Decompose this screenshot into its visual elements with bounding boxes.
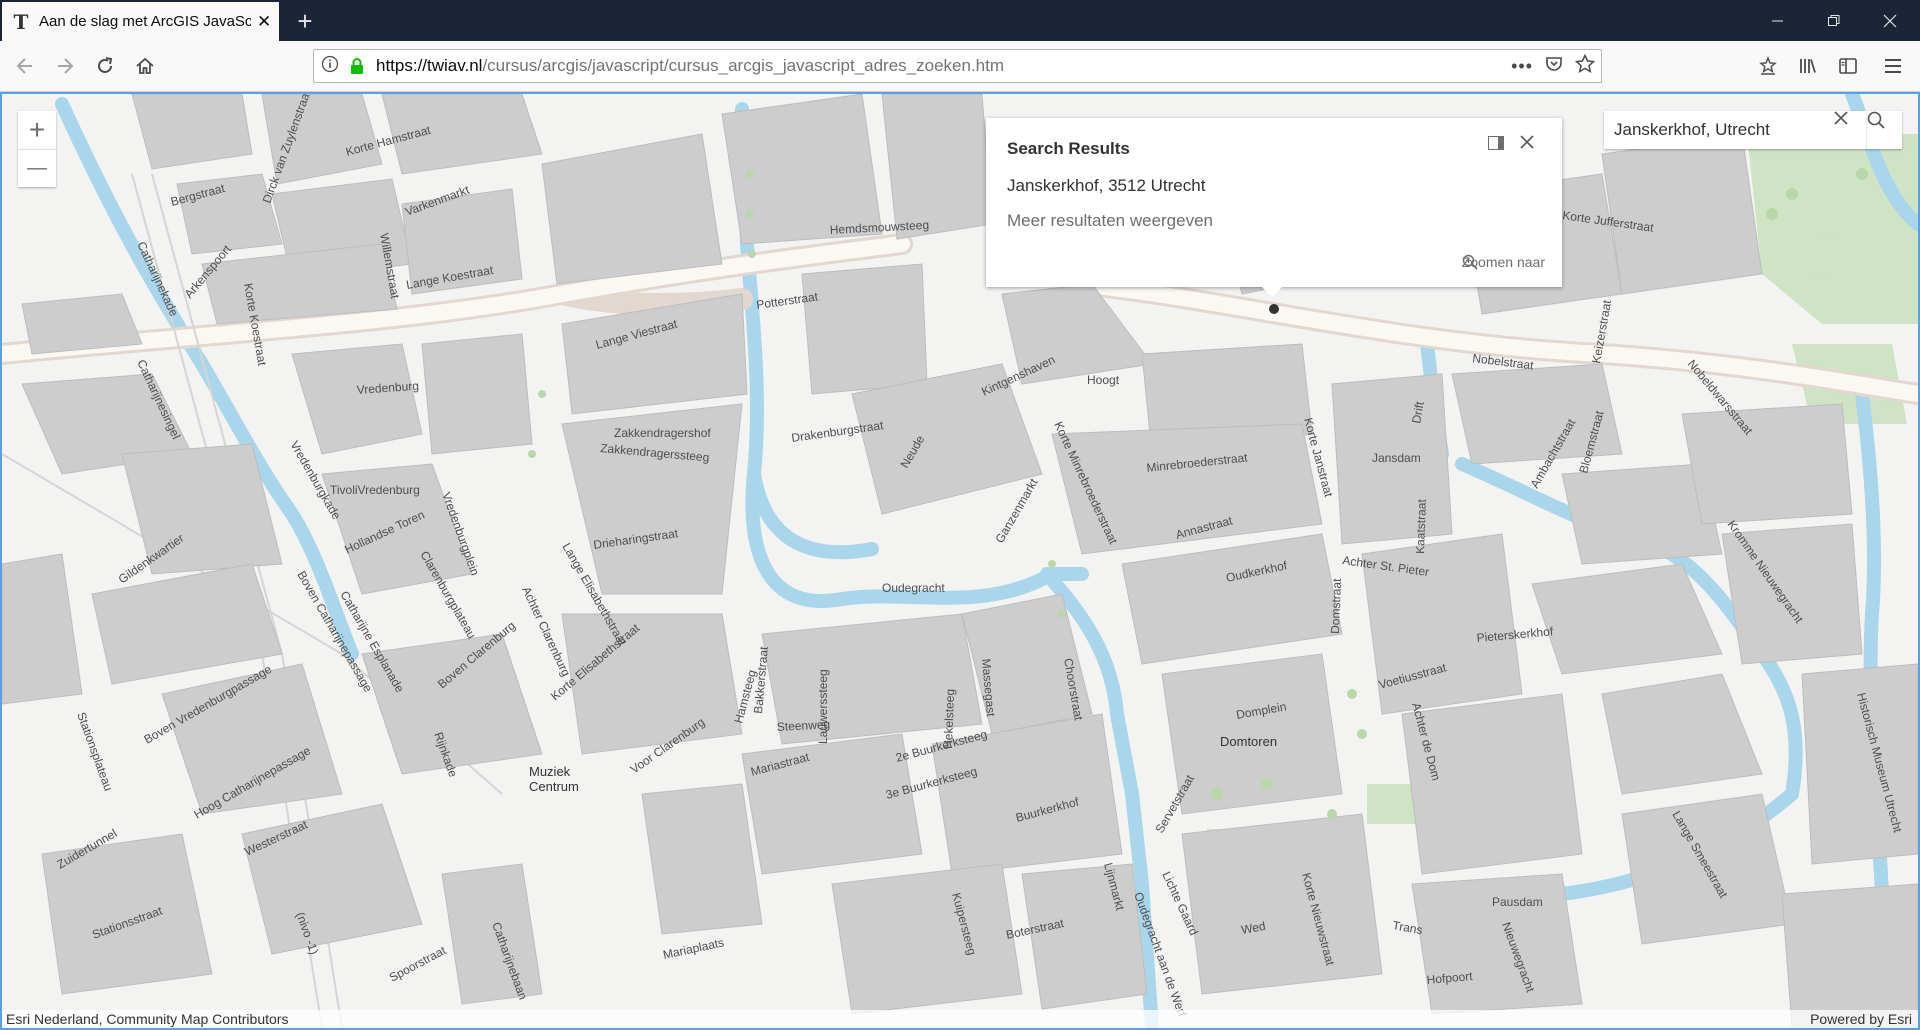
label-muziek: Muziek [529, 764, 571, 779]
menu-button[interactable] [1876, 49, 1910, 83]
dock-icon [1488, 136, 1504, 150]
close-icon [1883, 14, 1897, 27]
zoom-out-button[interactable]: — [18, 149, 56, 187]
popup-title: Search Results [1007, 139, 1130, 158]
label-domstraat: Domstraat [1328, 578, 1344, 634]
arrow-right-icon [58, 58, 74, 74]
library-button[interactable] [1791, 49, 1825, 83]
close-window-button[interactable] [1862, 0, 1918, 41]
lock-icon[interactable] [346, 57, 368, 75]
tab-close-icon[interactable]: ✕ [257, 12, 271, 32]
reading-list-button[interactable] [1751, 49, 1785, 83]
library-icon [1800, 59, 1816, 73]
forward-button[interactable] [48, 49, 82, 83]
label-centrum: Centrum [529, 779, 579, 794]
page-actions-icon[interactable]: ••• [1511, 56, 1533, 77]
reload-icon [98, 57, 113, 73]
zoom-to-icon [1462, 254, 1478, 270]
restore-icon [1828, 14, 1840, 26]
basemap: Korte Hamstraat Bergstraat Varkenmarkt H… [2, 94, 1918, 1028]
label-hekelsteeg: Hekelsteeg [941, 689, 957, 749]
label-hoogt: Hoogt [1087, 373, 1120, 387]
minimize-icon [1772, 20, 1783, 21]
bookmark-star-icon[interactable] [1574, 53, 1596, 79]
home-icon [136, 57, 154, 74]
hamburger-icon [1885, 59, 1901, 73]
search-result-text: Janskerkhof, 3512 Utrecht [1007, 176, 1206, 195]
back-button[interactable] [8, 49, 42, 83]
url-bar[interactable]: https://twiav.nl/cursus/arcgis/javascrip… [313, 49, 1602, 83]
search-button[interactable] [1866, 111, 1902, 149]
minimize-button[interactable] [1750, 0, 1806, 41]
dock-button[interactable] [1488, 136, 1510, 158]
sidebar-button[interactable] [1831, 49, 1865, 83]
search-clear-button[interactable] [1834, 111, 1864, 149]
browser-tab[interactable]: T Aan de slag met ArcGIS JavaScript ✕ [2, 2, 279, 41]
search-input[interactable] [1612, 119, 1832, 141]
sidebar-icon [1839, 58, 1857, 74]
search-widget [1604, 111, 1902, 149]
label-oudegracht: Oudegracht [882, 581, 945, 595]
label-tivoli: TivoliVredenburg [330, 483, 420, 497]
attribution-text: Esri Nederland, Community Map Contributo… [6, 1011, 289, 1027]
url-text[interactable]: https://twiav.nl/cursus/arcgis/javascrip… [376, 56, 1004, 76]
favicon-icon: T [13, 9, 29, 34]
label-kaatstraat: Kaatstraat [1413, 498, 1429, 554]
browser-navbar: https://twiav.nl/cursus/arcgis/javascrip… [0, 41, 1920, 92]
popup-close-button[interactable] [1520, 135, 1544, 159]
zoom-in-button[interactable]: + [18, 111, 56, 149]
label-lauwerssteeg: Lauwerssteeg [816, 669, 830, 744]
restore-button[interactable] [1806, 0, 1862, 41]
star-list-icon [1759, 56, 1777, 75]
minus-icon: — [27, 157, 47, 179]
reload-button[interactable] [88, 49, 122, 83]
tab-title: Aan de slag met ArcGIS JavaScript [39, 13, 251, 30]
map-view[interactable]: Korte Hamstraat Bergstraat Varkenmarkt H… [0, 92, 1920, 1030]
close-icon [1520, 135, 1534, 149]
label-jansdam: Jansdam [1372, 451, 1421, 465]
clear-icon [1834, 111, 1848, 125]
popup-pointer [1262, 287, 1282, 297]
plus-icon: + [28, 114, 46, 145]
label-domtoren: Domtoren [1220, 734, 1277, 749]
info-icon[interactable] [314, 55, 346, 78]
search-results-popup: Search Results Janskerkhof, 3512 Utrecht… [986, 118, 1562, 287]
browser-titlebar: T Aan de slag met ArcGIS JavaScript ✕ + [0, 0, 1920, 41]
zoom-to-button[interactable]: Zoomen naar [1462, 254, 1545, 270]
powered-by-text[interactable]: Powered by Esri [1810, 1011, 1912, 1027]
arrow-left-icon [16, 58, 32, 74]
new-tab-button[interactable]: + [288, 4, 322, 38]
search-icon [1867, 111, 1885, 129]
label-zakkendragershof: Zakkendragershof [614, 426, 711, 440]
map-attribution: Esri Nederland, Community Map Contributo… [2, 1010, 1918, 1028]
url-host: https://twiav.nl [376, 56, 483, 75]
home-button[interactable] [128, 49, 162, 83]
location-marker[interactable] [1269, 304, 1279, 314]
label-pausdam: Pausdam [1492, 895, 1543, 909]
more-results-link[interactable]: Meer resultaten weergeven [1007, 211, 1213, 231]
pocket-icon[interactable] [1545, 55, 1563, 78]
url-path: /cursus/arcgis/javascript/cursus_arcgis_… [482, 56, 1005, 75]
